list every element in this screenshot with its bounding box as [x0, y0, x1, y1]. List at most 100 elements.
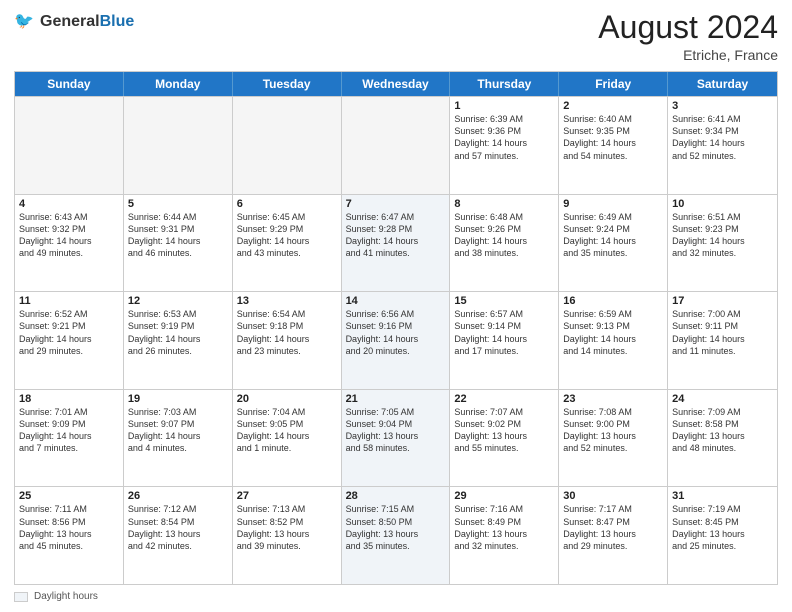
day-number-22: 22 — [454, 393, 554, 405]
cal-header-monday: Monday — [124, 72, 233, 96]
cal-header-tuesday: Tuesday — [233, 72, 342, 96]
cell-content-30: Sunrise: 7:17 AM Sunset: 8:47 PM Dayligh… — [563, 503, 663, 552]
day-number-14: 14 — [346, 295, 446, 307]
cal-cell-day-8: 8Sunrise: 6:48 AM Sunset: 9:26 PM Daylig… — [450, 195, 559, 292]
cell-content-25: Sunrise: 7:11 AM Sunset: 8:56 PM Dayligh… — [19, 503, 119, 552]
cell-content-28: Sunrise: 7:15 AM Sunset: 8:50 PM Dayligh… — [346, 503, 446, 552]
day-number-5: 5 — [128, 198, 228, 210]
day-number-16: 16 — [563, 295, 663, 307]
cell-content-11: Sunrise: 6:52 AM Sunset: 9:21 PM Dayligh… — [19, 308, 119, 357]
cal-cell-day-30: 30Sunrise: 7:17 AM Sunset: 8:47 PM Dayli… — [559, 487, 668, 584]
day-number-26: 26 — [128, 490, 228, 502]
cal-cell-day-20: 20Sunrise: 7:04 AM Sunset: 9:05 PM Dayli… — [233, 390, 342, 487]
cal-cell-day-4: 4Sunrise: 6:43 AM Sunset: 9:32 PM Daylig… — [15, 195, 124, 292]
cal-cell-day-3: 3Sunrise: 6:41 AM Sunset: 9:34 PM Daylig… — [668, 97, 777, 194]
cell-content-10: Sunrise: 6:51 AM Sunset: 9:23 PM Dayligh… — [672, 211, 773, 260]
cal-week-4: 25Sunrise: 7:11 AM Sunset: 8:56 PM Dayli… — [15, 486, 777, 584]
cal-cell-day-17: 17Sunrise: 7:00 AM Sunset: 9:11 PM Dayli… — [668, 292, 777, 389]
day-number-31: 31 — [672, 490, 773, 502]
cal-week-3: 18Sunrise: 7:01 AM Sunset: 9:09 PM Dayli… — [15, 389, 777, 487]
day-number-17: 17 — [672, 295, 773, 307]
day-number-8: 8 — [454, 198, 554, 210]
cell-content-17: Sunrise: 7:00 AM Sunset: 9:11 PM Dayligh… — [672, 308, 773, 357]
cal-cell-day-25: 25Sunrise: 7:11 AM Sunset: 8:56 PM Dayli… — [15, 487, 124, 584]
cal-cell-day-24: 24Sunrise: 7:09 AM Sunset: 8:58 PM Dayli… — [668, 390, 777, 487]
month-year-title: August 2024 — [598, 10, 778, 45]
cal-cell-day-2: 2Sunrise: 6:40 AM Sunset: 9:35 PM Daylig… — [559, 97, 668, 194]
cal-cell-day-28: 28Sunrise: 7:15 AM Sunset: 8:50 PM Dayli… — [342, 487, 451, 584]
day-number-7: 7 — [346, 198, 446, 210]
cal-week-2: 11Sunrise: 6:52 AM Sunset: 9:21 PM Dayli… — [15, 291, 777, 389]
cell-content-7: Sunrise: 6:47 AM Sunset: 9:28 PM Dayligh… — [346, 211, 446, 260]
day-number-23: 23 — [563, 393, 663, 405]
day-number-28: 28 — [346, 490, 446, 502]
cal-cell-day-11: 11Sunrise: 6:52 AM Sunset: 9:21 PM Dayli… — [15, 292, 124, 389]
cal-week-0: 1Sunrise: 6:39 AM Sunset: 9:36 PM Daylig… — [15, 96, 777, 194]
calendar: SundayMondayTuesdayWednesdayThursdayFrid… — [14, 71, 778, 585]
calendar-body: 1Sunrise: 6:39 AM Sunset: 9:36 PM Daylig… — [15, 96, 777, 584]
cal-cell-day-29: 29Sunrise: 7:16 AM Sunset: 8:49 PM Dayli… — [450, 487, 559, 584]
cal-cell-day-13: 13Sunrise: 6:54 AM Sunset: 9:18 PM Dayli… — [233, 292, 342, 389]
cal-header-friday: Friday — [559, 72, 668, 96]
cal-cell-empty — [124, 97, 233, 194]
logo-general: General — [40, 13, 100, 31]
cell-content-24: Sunrise: 7:09 AM Sunset: 8:58 PM Dayligh… — [672, 406, 773, 455]
cal-cell-day-16: 16Sunrise: 6:59 AM Sunset: 9:13 PM Dayli… — [559, 292, 668, 389]
cell-content-1: Sunrise: 6:39 AM Sunset: 9:36 PM Dayligh… — [454, 113, 554, 162]
day-number-1: 1 — [454, 100, 554, 112]
cell-content-4: Sunrise: 6:43 AM Sunset: 9:32 PM Dayligh… — [19, 211, 119, 260]
legend-label: Daylight hours — [34, 591, 98, 602]
day-number-24: 24 — [672, 393, 773, 405]
page: 🐦 GeneralBlue August 2024 Etriche, Franc… — [0, 0, 792, 612]
cal-header-wednesday: Wednesday — [342, 72, 451, 96]
day-number-2: 2 — [563, 100, 663, 112]
day-number-6: 6 — [237, 198, 337, 210]
cal-cell-empty — [15, 97, 124, 194]
cal-cell-empty — [233, 97, 342, 194]
cal-cell-day-7: 7Sunrise: 6:47 AM Sunset: 9:28 PM Daylig… — [342, 195, 451, 292]
cal-cell-day-18: 18Sunrise: 7:01 AM Sunset: 9:09 PM Dayli… — [15, 390, 124, 487]
cell-content-8: Sunrise: 6:48 AM Sunset: 9:26 PM Dayligh… — [454, 211, 554, 260]
day-number-12: 12 — [128, 295, 228, 307]
day-number-15: 15 — [454, 295, 554, 307]
cal-cell-day-27: 27Sunrise: 7:13 AM Sunset: 8:52 PM Dayli… — [233, 487, 342, 584]
day-number-13: 13 — [237, 295, 337, 307]
cal-cell-day-5: 5Sunrise: 6:44 AM Sunset: 9:31 PM Daylig… — [124, 195, 233, 292]
cell-content-5: Sunrise: 6:44 AM Sunset: 9:31 PM Dayligh… — [128, 211, 228, 260]
cal-cell-day-22: 22Sunrise: 7:07 AM Sunset: 9:02 PM Dayli… — [450, 390, 559, 487]
header: 🐦 GeneralBlue August 2024 Etriche, Franc… — [14, 10, 778, 63]
day-number-9: 9 — [563, 198, 663, 210]
cal-cell-day-14: 14Sunrise: 6:56 AM Sunset: 9:16 PM Dayli… — [342, 292, 451, 389]
cell-content-21: Sunrise: 7:05 AM Sunset: 9:04 PM Dayligh… — [346, 406, 446, 455]
day-number-11: 11 — [19, 295, 119, 307]
cell-content-18: Sunrise: 7:01 AM Sunset: 9:09 PM Dayligh… — [19, 406, 119, 455]
cal-cell-day-21: 21Sunrise: 7:05 AM Sunset: 9:04 PM Dayli… — [342, 390, 451, 487]
day-number-25: 25 — [19, 490, 119, 502]
day-number-18: 18 — [19, 393, 119, 405]
cell-content-31: Sunrise: 7:19 AM Sunset: 8:45 PM Dayligh… — [672, 503, 773, 552]
cell-content-9: Sunrise: 6:49 AM Sunset: 9:24 PM Dayligh… — [563, 211, 663, 260]
day-number-21: 21 — [346, 393, 446, 405]
cal-cell-day-10: 10Sunrise: 6:51 AM Sunset: 9:23 PM Dayli… — [668, 195, 777, 292]
cal-cell-day-19: 19Sunrise: 7:03 AM Sunset: 9:07 PM Dayli… — [124, 390, 233, 487]
cal-week-1: 4Sunrise: 6:43 AM Sunset: 9:32 PM Daylig… — [15, 194, 777, 292]
location-subtitle: Etriche, France — [598, 47, 778, 63]
cell-content-16: Sunrise: 6:59 AM Sunset: 9:13 PM Dayligh… — [563, 308, 663, 357]
cell-content-27: Sunrise: 7:13 AM Sunset: 8:52 PM Dayligh… — [237, 503, 337, 552]
logo-bird-icon: 🐦 — [14, 10, 38, 34]
cell-content-26: Sunrise: 7:12 AM Sunset: 8:54 PM Dayligh… — [128, 503, 228, 552]
cal-cell-day-23: 23Sunrise: 7:08 AM Sunset: 9:00 PM Dayli… — [559, 390, 668, 487]
cal-cell-empty — [342, 97, 451, 194]
cell-content-2: Sunrise: 6:40 AM Sunset: 9:35 PM Dayligh… — [563, 113, 663, 162]
day-number-10: 10 — [672, 198, 773, 210]
cell-content-6: Sunrise: 6:45 AM Sunset: 9:29 PM Dayligh… — [237, 211, 337, 260]
day-number-3: 3 — [672, 100, 773, 112]
calendar-header-row: SundayMondayTuesdayWednesdayThursdayFrid… — [15, 72, 777, 96]
cal-cell-day-12: 12Sunrise: 6:53 AM Sunset: 9:19 PM Dayli… — [124, 292, 233, 389]
day-number-30: 30 — [563, 490, 663, 502]
cal-cell-day-6: 6Sunrise: 6:45 AM Sunset: 9:29 PM Daylig… — [233, 195, 342, 292]
cell-content-23: Sunrise: 7:08 AM Sunset: 9:00 PM Dayligh… — [563, 406, 663, 455]
cal-header-sunday: Sunday — [15, 72, 124, 96]
cal-cell-day-26: 26Sunrise: 7:12 AM Sunset: 8:54 PM Dayli… — [124, 487, 233, 584]
day-number-29: 29 — [454, 490, 554, 502]
